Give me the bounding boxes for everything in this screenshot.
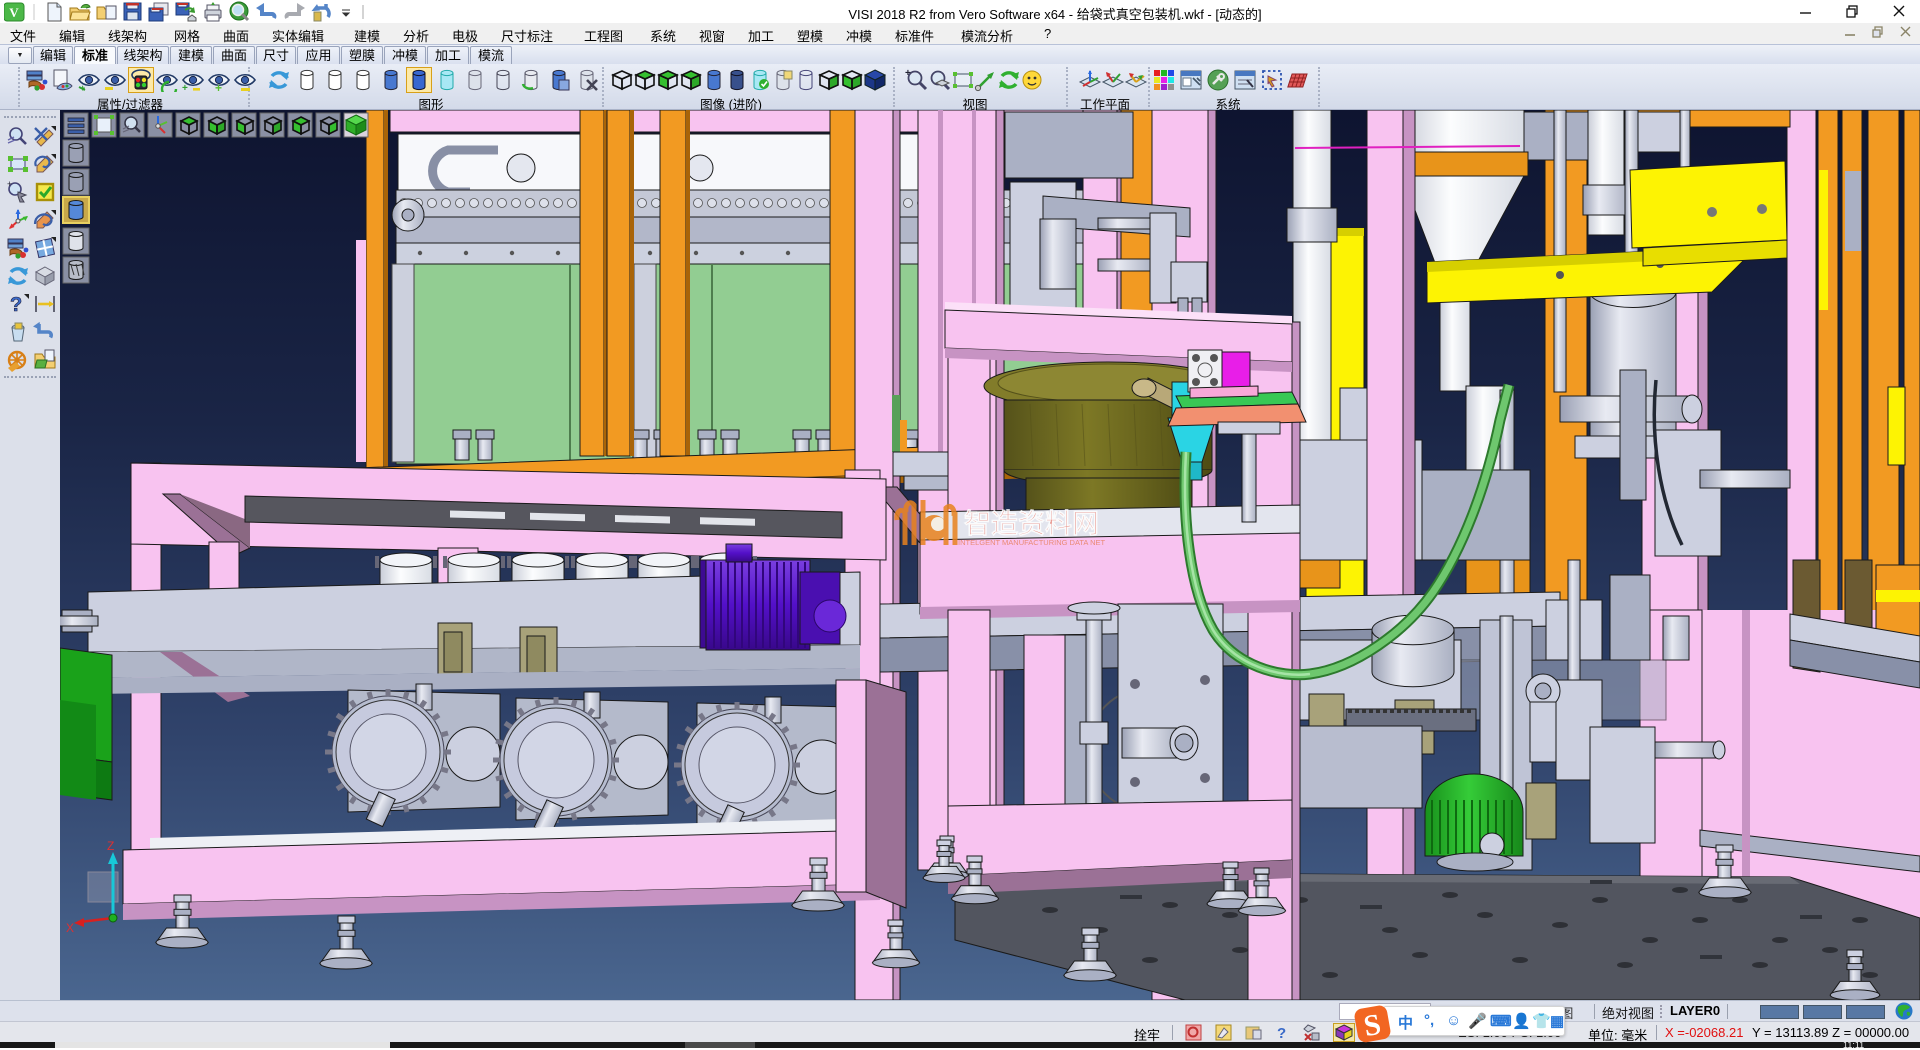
svg-text:?: ? [10,294,22,316]
svg-text:智造资料网: 智造资料网 [964,509,1099,539]
svg-text:Z: Z [107,839,114,853]
svg-text:X: X [66,921,74,935]
svg-text:INTELGENT MANUFACTURING DATA N: INTELGENT MANUFACTURING DATA NET [958,538,1106,547]
svg-text:+: + [182,83,188,92]
svg-text:V: V [9,5,19,20]
svg-text:+: + [80,83,85,92]
svg-text:+: + [905,68,911,79]
svg-text:+: + [7,180,12,189]
svg-text:+: + [215,81,222,92]
svg-text:?: ? [1277,1025,1286,1041]
